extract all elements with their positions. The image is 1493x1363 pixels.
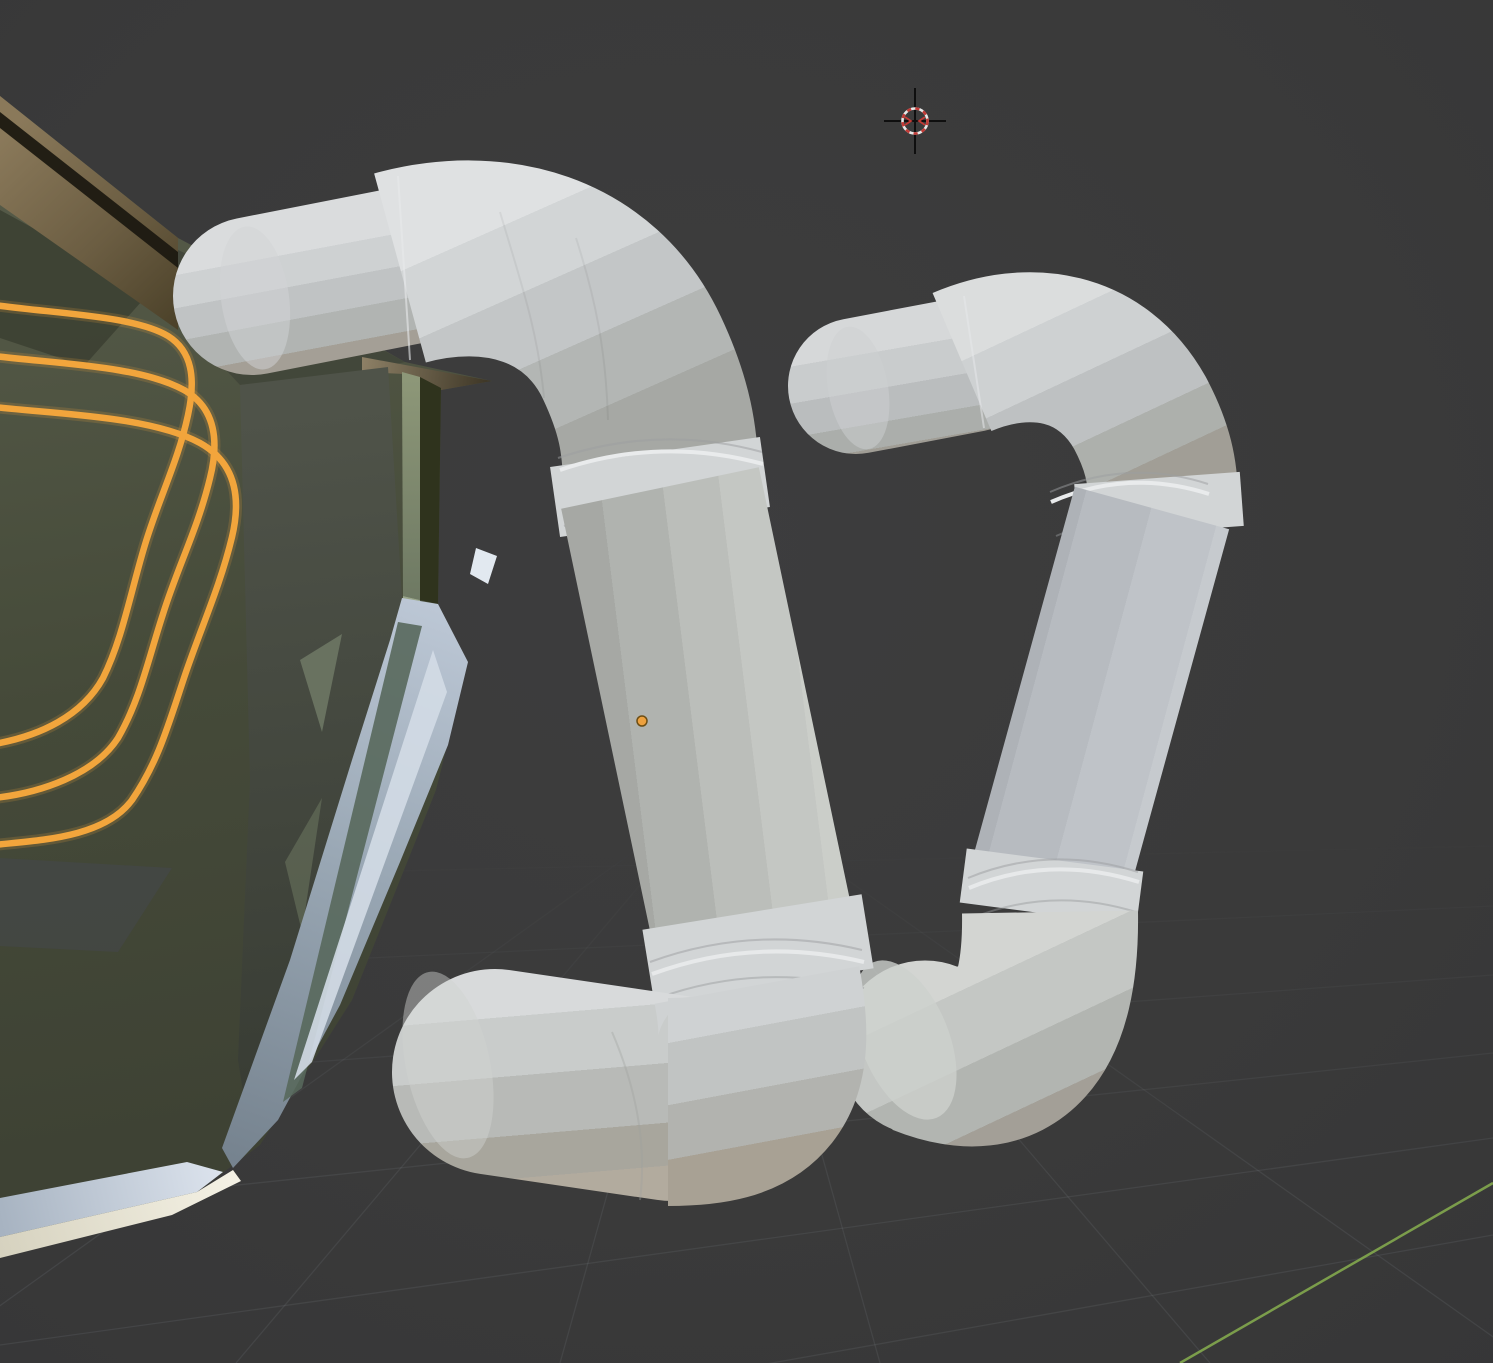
pipe-large-collar-2 [752,912,764,986]
pipe-large-long-tube[interactable] [660,488,756,944]
object-origin-dot[interactable] [637,716,647,726]
pipe-large-bottom-tube[interactable] [495,1072,672,1098]
pipe-small-long-tube[interactable] [1048,508,1152,886]
crate-edge-sage [402,372,420,600]
viewport-canvas[interactable] [0,0,1493,1363]
crate-edge-dark-olive [420,377,441,604]
3d-viewport[interactable] [0,0,1493,1363]
pipe-large-bottom-elbow[interactable] [668,985,762,1102]
